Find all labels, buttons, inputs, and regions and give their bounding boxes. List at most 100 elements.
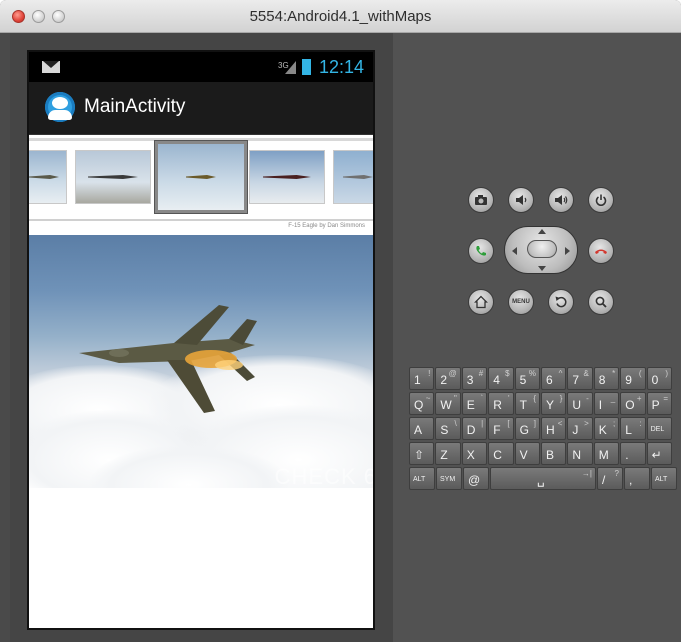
key-row5-0[interactable]: ALT: [409, 467, 435, 490]
key-row2-4[interactable]: T{: [514, 392, 540, 415]
key-row5-6[interactable]: ALT: [651, 467, 677, 490]
volume-down-icon: [516, 195, 527, 205]
end-call-button[interactable]: [588, 238, 614, 264]
key-alt-label: [: [507, 419, 510, 428]
key-row5-1[interactable]: SYM: [436, 467, 462, 490]
key-row4-3[interactable]: C: [488, 442, 514, 465]
volume-down-button[interactable]: [508, 187, 534, 213]
call-button[interactable]: [468, 238, 494, 264]
dpad-down-icon[interactable]: [538, 266, 546, 271]
key-label: 8: [598, 373, 606, 387]
key-alt-label: +: [636, 394, 642, 403]
key-label: L: [625, 423, 632, 437]
key-label: V: [519, 448, 528, 462]
key-label: N: [572, 448, 582, 462]
key-row3-4[interactable]: G]: [514, 417, 540, 440]
key-row1-9[interactable]: 0): [646, 367, 672, 390]
key-row4-8[interactable]: .: [620, 442, 646, 465]
gallery-thumbnail-selected[interactable]: [155, 141, 247, 213]
home-button[interactable]: [468, 289, 494, 315]
dpad-left-icon[interactable]: [512, 247, 517, 255]
key-row3-6[interactable]: J >: [567, 417, 593, 440]
key-row1-2[interactable]: 3 #: [461, 367, 488, 390]
power-button[interactable]: [588, 187, 614, 213]
empty-area: [29, 488, 373, 628]
key-row3-8[interactable]: L:: [620, 417, 646, 440]
key-row5-2[interactable]: @: [463, 467, 489, 490]
key-alt-label: (: [638, 369, 642, 378]
key-row4-2[interactable]: X: [461, 442, 488, 465]
call-icon: [476, 246, 486, 256]
camera-button[interactable]: [468, 187, 494, 213]
key-row2-6[interactable]: U-: [567, 392, 593, 415]
key-row1-0[interactable]: 1!: [409, 367, 435, 390]
key-row1-6[interactable]: 7 &: [567, 367, 593, 390]
gallery-thumbnail[interactable]: [29, 150, 67, 204]
home-icon: [474, 295, 488, 309]
key-row1-3[interactable]: 4 $: [488, 367, 514, 390]
key-row4-9[interactable]: ↵: [646, 442, 672, 465]
gallery-thumbnail[interactable]: [75, 150, 151, 204]
power-icon: [595, 194, 607, 206]
key-row2-8[interactable]: O +: [620, 392, 646, 415]
key-alt-label: ^: [558, 369, 563, 378]
key-row4-6[interactable]: N: [567, 442, 593, 465]
key-row4-5[interactable]: B: [541, 442, 567, 465]
key-row3-1[interactable]: S \: [435, 417, 461, 440]
app-icon[interactable]: [45, 92, 75, 122]
dpad-center-button[interactable]: [527, 240, 557, 258]
back-button[interactable]: [548, 289, 574, 315]
key-row3-9[interactable]: DEL: [646, 417, 672, 440]
key-row2-5[interactable]: Y}: [541, 392, 567, 415]
key-alt-label: ": [453, 394, 457, 403]
key-row3-2[interactable]: D |: [461, 417, 488, 440]
key-alt-label: =: [663, 394, 668, 403]
key-row1-4[interactable]: 5%: [514, 367, 540, 390]
dpad-up-icon[interactable]: [538, 229, 546, 234]
key-row2-3[interactable]: R ': [488, 392, 514, 415]
key-row1-1[interactable]: 2 @: [435, 367, 461, 390]
key-row4-1[interactable]: Z: [435, 442, 461, 465]
key-row2-0[interactable]: Q ~: [409, 392, 435, 415]
key-label: 9: [625, 373, 632, 387]
key-row1-7[interactable]: 8 *: [593, 367, 620, 390]
key-alt-label: #: [478, 369, 484, 378]
device-screen[interactable]: 3G 12:14 MainActivity F-15 Eagle by Dan …: [27, 50, 375, 630]
activity-title: MainActivity: [84, 96, 186, 117]
key-alt-label: {: [533, 394, 536, 403]
key-row3-0[interactable]: A: [409, 417, 435, 440]
key-label: W: [440, 398, 452, 412]
key-alt-label: >: [584, 419, 589, 428]
key-row1-5[interactable]: 6 ^: [541, 367, 567, 390]
gallery-thumbnail[interactable]: [333, 150, 373, 204]
key-row5-5[interactable]: ,: [624, 467, 650, 490]
key-row2-1[interactable]: W ": [435, 392, 461, 415]
key-row2-9[interactable]: P =: [646, 392, 672, 415]
key-alt-label: $: [505, 369, 510, 378]
key-label: 4: [493, 373, 500, 387]
key-row3-5[interactable]: H <: [541, 417, 567, 440]
key-row2-2[interactable]: E `: [461, 392, 488, 415]
end-call-icon: [595, 249, 607, 254]
volume-up-button[interactable]: [548, 187, 574, 213]
key-row4-0[interactable]: ⇧: [409, 442, 435, 465]
key-row3-3[interactable]: F[: [488, 417, 514, 440]
menu-button[interactable]: MENU: [508, 289, 534, 315]
key-row4-7[interactable]: M: [593, 442, 620, 465]
key-row5-3[interactable]: ␣ →|: [490, 467, 596, 490]
key-row3-7[interactable]: K;: [593, 417, 620, 440]
key-row5-4[interactable]: /?: [597, 467, 623, 490]
dpad[interactable]: [504, 226, 578, 274]
key-row1-8[interactable]: 9(: [620, 367, 646, 390]
key-row2-7[interactable]: I _: [593, 392, 620, 415]
controls-panel: [393, 33, 681, 642]
key-label: R: [493, 398, 502, 412]
image-gallery[interactable]: [29, 135, 373, 221]
key-label: X: [466, 448, 475, 462]
search-button[interactable]: [588, 289, 614, 315]
hardware-keyboard: 1! 2 @3 #4 $5% 6 ^ 7 & 8 * 9(0) Q ~ W " E ` R ' T{Y} U - I _ O + P =…: [409, 367, 677, 493]
key-row4-4[interactable]: V: [514, 442, 540, 465]
key-alt-label: !: [428, 369, 431, 378]
dpad-right-icon[interactable]: [565, 247, 570, 255]
gallery-thumbnail[interactable]: [249, 150, 325, 204]
